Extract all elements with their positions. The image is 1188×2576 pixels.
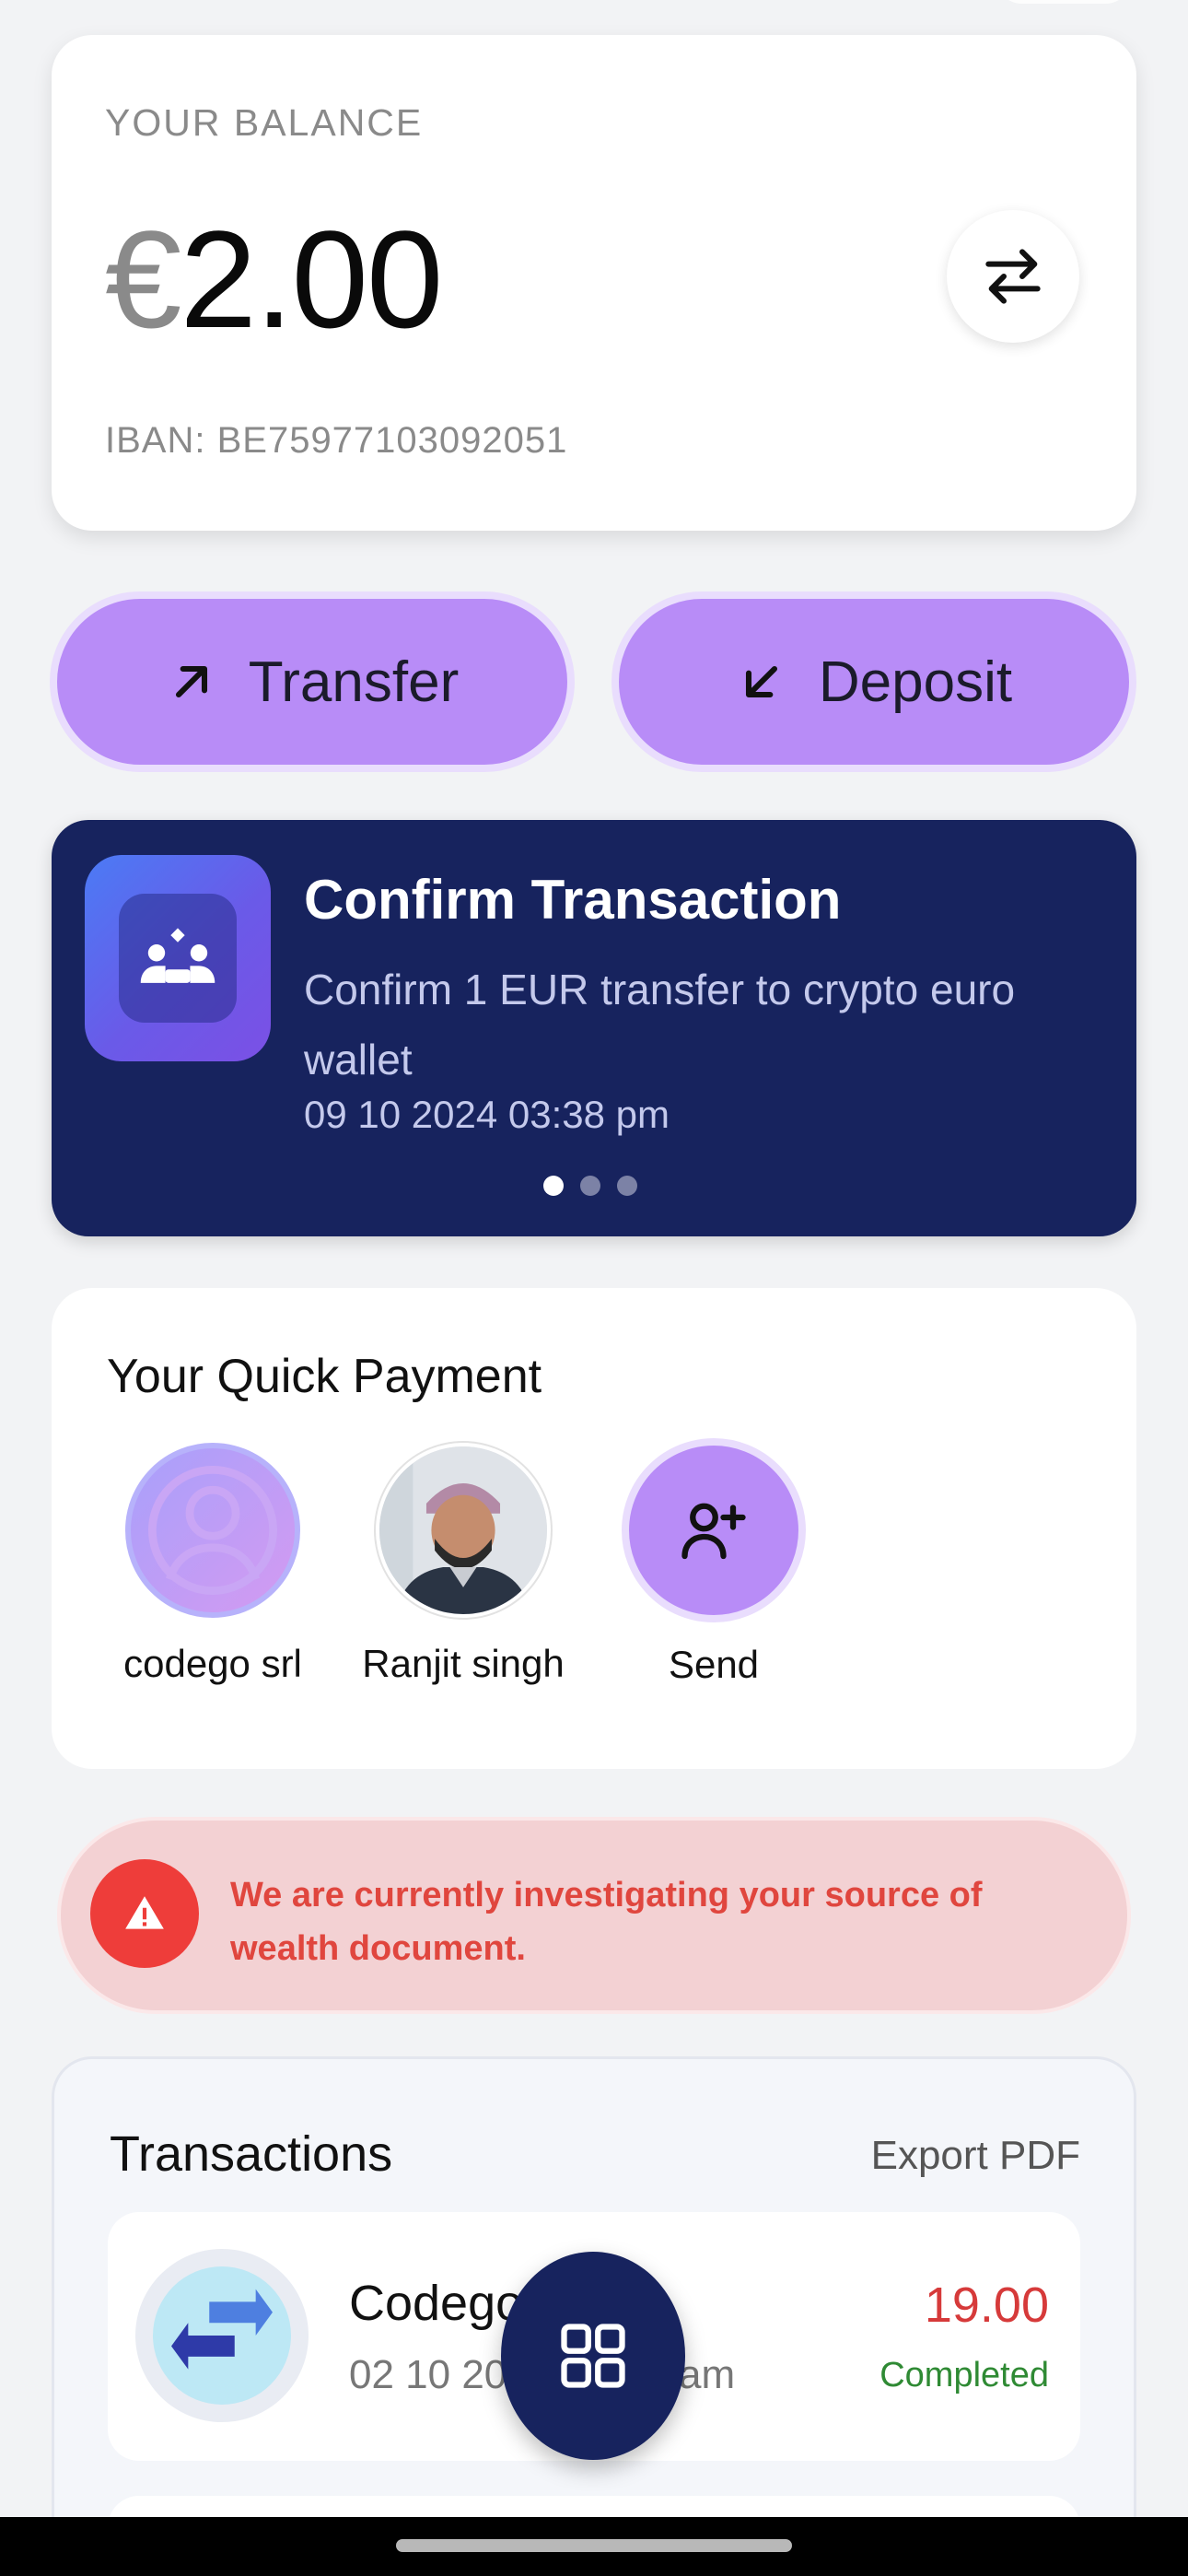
confirm-date: 09 10 2024 03:38 pm [304,1093,670,1136]
alert-text: We are currently investigating your sour… [230,1876,983,1968]
confirm-title: Confirm Transaction [304,869,842,931]
balance-label: YOUR BALANCE [105,101,424,144]
balance-card: YOUR BALANCE €2.00 IBAN: BE7597710309205… [52,35,1136,531]
confirm-description: Confirm 1 EUR transfer to crypto euro wa… [304,966,1016,1083]
transaction-icon-ring [135,2249,309,2422]
iban-text: IBAN: BE75977103092051 [105,420,568,461]
carousel-dot[interactable] [580,1176,600,1196]
contact-name: Send [668,1643,760,1686]
deposit-button[interactable]: Deposit [611,591,1136,772]
currency-symbol: € [105,202,181,357]
top-sliver [995,0,1133,4]
quick-contact-codego[interactable]: codego srl [98,1443,328,1686]
deposit-label: Deposit [818,650,1013,714]
add-user-icon [681,1503,746,1560]
user-icon [148,1466,277,1595]
menu-fab-button[interactable] [501,2252,685,2460]
export-pdf-link[interactable]: Export PDF [871,2133,1080,2179]
arrow-down-left-icon [745,665,777,698]
balance-amount: €2.00 [105,210,443,348]
transaction-date-value: 02 10 20 [349,2352,507,2397]
grid-menu-icon [561,2324,625,2388]
carousel-dot-active[interactable] [543,1176,564,1196]
contact-name: codego srl [123,1642,302,1685]
quick-contact-ranjit[interactable]: Ranjit singh [348,1443,578,1686]
confirm-transaction-card[interactable]: Confirm Transaction Confirm 1 EUR transf… [52,820,1136,1236]
carousel-dot[interactable] [617,1176,637,1196]
arrow-up-right-icon [175,665,207,698]
transactions-title: Transactions [110,2126,393,2182]
transaction-name: Codego [349,2276,524,2331]
transfer-label: Transfer [248,650,460,714]
contact-name: Ranjit singh [362,1642,565,1685]
send-avatar [622,1438,806,1622]
quick-payment-card: Your Quick Payment codego srl Ranjit sin… [52,1288,1136,1769]
profile-photo [379,1446,547,1614]
transaction-status: Completed [879,2356,1049,2395]
avatar [125,1443,300,1618]
swap-button[interactable] [947,210,1079,343]
transfer-arrows-icon [171,2289,273,2370]
warning-icon [90,1859,199,1968]
transfer-button[interactable]: Transfer [50,591,575,772]
avatar-photo [376,1443,551,1618]
home-indicator[interactable] [396,2539,792,2552]
balance-value: 2.00 [180,202,443,357]
carousel-dots [543,1176,637,1196]
quick-payment-title: Your Quick Payment [107,1350,542,1403]
system-nav-bar [0,2517,1188,2576]
transaction-amount: 19.00 [924,2277,1049,2333]
swap-arrows-icon [985,249,1041,304]
people-exchange-icon [140,928,215,983]
confirm-app-icon [85,855,271,1061]
quick-send-button[interactable]: Send [599,1438,829,1687]
wealth-document-alert: We are currently investigating your sour… [57,1817,1131,2014]
